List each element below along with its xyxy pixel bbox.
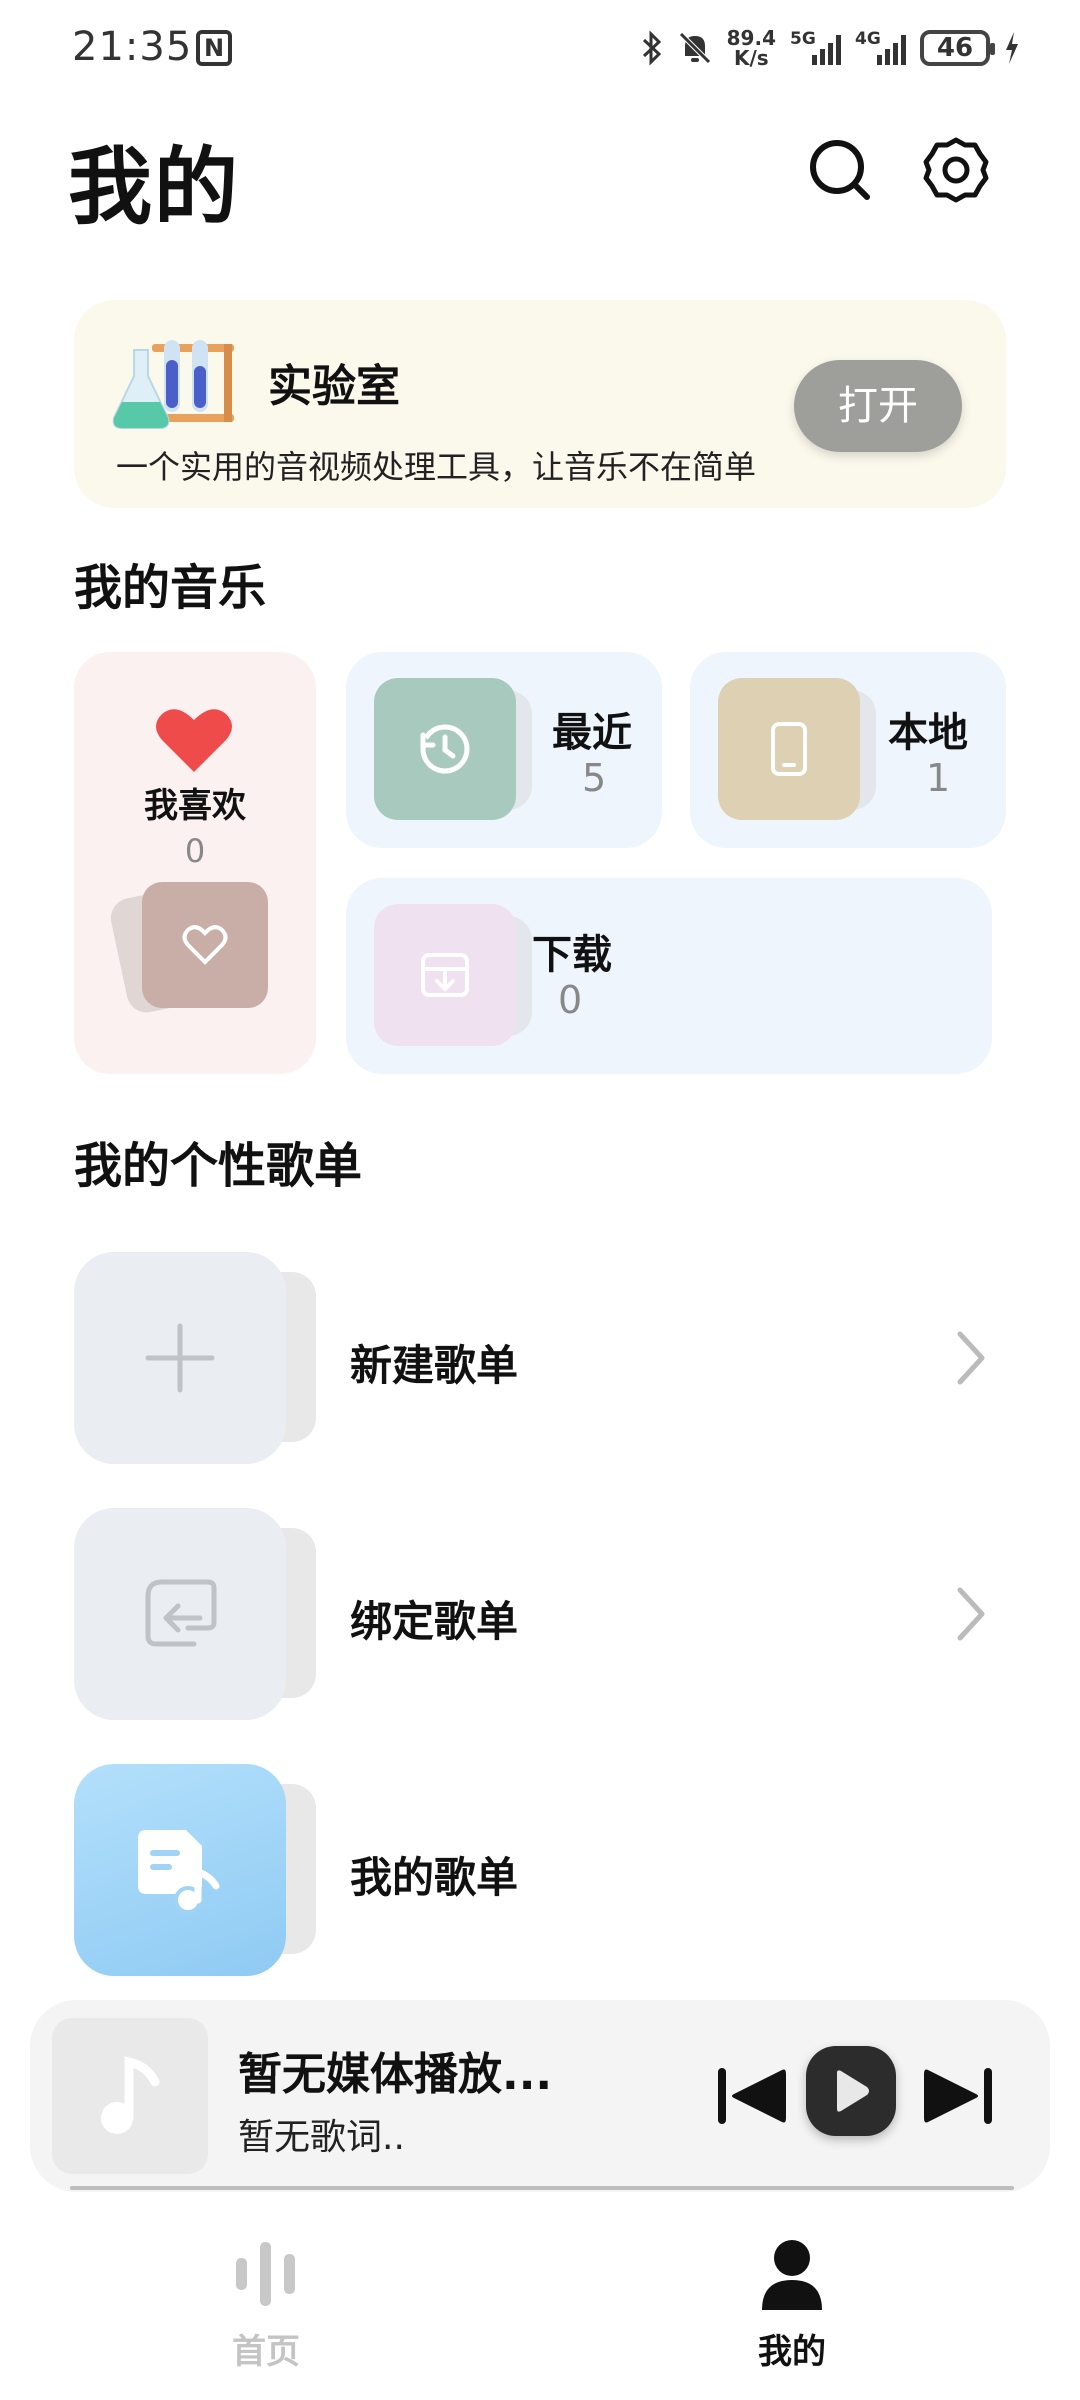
signal-5g-icon: 5G — [790, 29, 841, 65]
bind-playlist-label: 绑定歌单 — [350, 1597, 519, 1646]
status-bar: 21:35 N 89.4 K/s 5G 4G 46 — [0, 0, 1080, 100]
favorites-count: 0 — [184, 832, 206, 870]
bluetooth-icon — [642, 30, 661, 66]
charging-icon — [1006, 32, 1018, 64]
nav-mine-label: 我的 — [758, 2332, 826, 2372]
search-icon — [810, 140, 870, 200]
track-lyric: 暂无歌词.. — [238, 2117, 405, 2158]
favorites-tile[interactable]: 我喜欢 0 — [74, 652, 316, 1074]
new-playlist-label: 新建歌单 — [350, 1341, 519, 1390]
local-label: 本地 — [888, 710, 968, 756]
local-thumb — [718, 678, 860, 820]
lab-description: 一个实用的音视频处理工具，让音乐不在简单 — [116, 448, 757, 486]
my-playlist-row[interactable]: 我的歌单 — [0, 1764, 1080, 1976]
heart-outline-icon — [182, 925, 228, 965]
signal-4g-icon: 4G — [855, 29, 906, 65]
page-title: 我的 — [68, 138, 241, 236]
recent-count: 5 — [582, 756, 607, 800]
gear-icon — [923, 137, 989, 203]
battery-icon: 46 — [920, 30, 995, 66]
nav-mine[interactable]: 我的 — [692, 2236, 892, 2373]
recent-thumb — [374, 678, 516, 820]
playback-progress[interactable] — [70, 2186, 1014, 2190]
status-time: 21:35 — [72, 24, 193, 70]
bell-muted-icon — [678, 32, 711, 64]
downloads-tile[interactable]: 下载 0 — [346, 878, 992, 1074]
skip-previous-icon — [718, 2068, 786, 2124]
net-speed: 89.4 K/s — [726, 26, 776, 70]
clock-icon — [420, 724, 470, 774]
bind-playlist-thumb — [74, 1508, 286, 1720]
play-button[interactable] — [806, 2046, 896, 2136]
downloads-count: 0 — [558, 978, 583, 1022]
downloads-label: 下载 — [532, 932, 612, 978]
track-title: 暂无媒体播放... — [238, 2049, 553, 2100]
nav-home-label: 首页 — [232, 2332, 300, 2372]
player-artwork — [52, 2018, 208, 2174]
my-playlist-thumb — [74, 1764, 286, 1976]
skip-next-icon — [924, 2068, 992, 2124]
favorites-label: 我喜欢 — [144, 786, 246, 826]
chevron-right-icon — [957, 1331, 985, 1385]
download-box-icon — [421, 953, 469, 997]
local-tile[interactable]: 本地 1 — [690, 652, 1006, 848]
recent-tile[interactable]: 最近 5 — [346, 652, 662, 848]
previous-button[interactable] — [710, 2056, 794, 2136]
play-icon — [837, 2070, 869, 2112]
my-playlist-label: 我的歌单 — [350, 1853, 519, 1902]
chevron-right-icon — [957, 1587, 985, 1641]
nfc-icon: N — [196, 30, 232, 66]
phone-icon — [771, 722, 807, 776]
person-icon — [762, 2240, 822, 2310]
bind-playlist-row[interactable]: 绑定歌单 — [0, 1508, 1080, 1720]
recent-label: 最近 — [552, 710, 632, 756]
local-count: 1 — [926, 756, 951, 800]
playlists-heading: 我的个性歌单 — [74, 1138, 363, 1194]
lab-open-button[interactable]: 打开 — [794, 360, 962, 452]
import-icon — [145, 1579, 217, 1647]
plus-icon — [145, 1323, 215, 1393]
nav-home[interactable]: 首页 — [166, 2236, 366, 2373]
my-music-heading: 我的音乐 — [74, 560, 267, 616]
new-playlist-thumb — [74, 1252, 286, 1464]
new-playlist-row[interactable]: 新建歌单 — [0, 1252, 1080, 1464]
lab-title: 实验室 — [268, 361, 400, 412]
downloads-thumb — [374, 904, 516, 1046]
mini-player[interactable]: 暂无媒体播放... 暂无歌词.. — [30, 2000, 1050, 2192]
settings-button[interactable] — [916, 130, 996, 210]
search-button[interactable] — [800, 130, 880, 210]
lab-flask-icon — [112, 340, 234, 429]
lab-card[interactable]: 实验室 一个实用的音视频处理工具，让音乐不在简单 打开 — [74, 300, 1006, 508]
heart-icon — [156, 709, 232, 772]
waveform-icon — [236, 2242, 295, 2306]
next-button[interactable] — [916, 2056, 1000, 2136]
music-file-icon — [138, 1830, 220, 1914]
music-note-icon — [101, 2056, 160, 2134]
favorites-cover — [142, 882, 268, 1008]
